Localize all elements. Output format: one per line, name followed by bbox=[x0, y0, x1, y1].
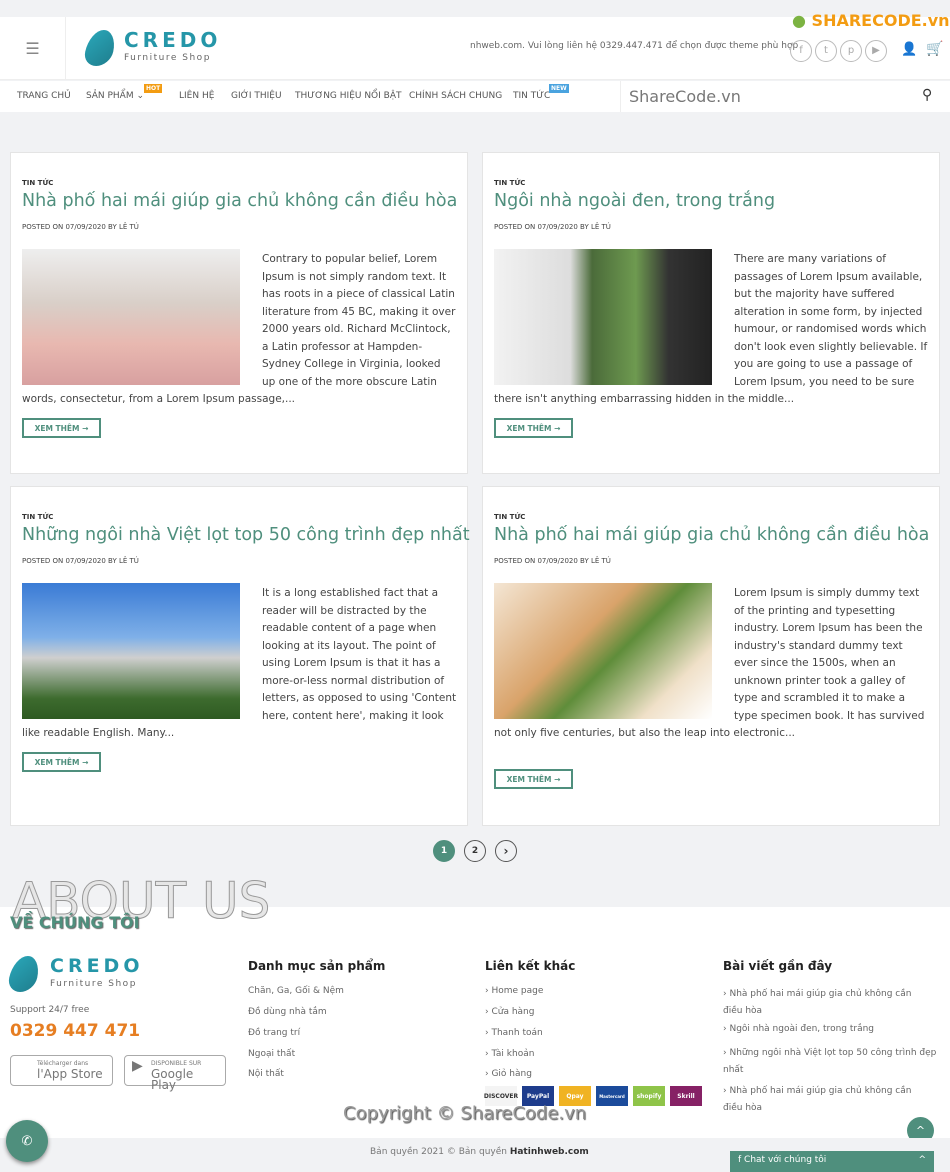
read-more-button[interactable]: XEM THÊM → bbox=[22, 752, 101, 772]
nav-products[interactable]: SẢN PHẨM ⌄ HOT bbox=[86, 84, 163, 101]
footer-link[interactable]: Đồ dùng nhà tắm bbox=[248, 1007, 327, 1017]
post-meta: POSTED ON 07/09/2020 BY LÊ TÚ bbox=[22, 557, 139, 565]
post-card: TIN TỨC Nhà phố hai mái giúp gia chủ khô… bbox=[482, 486, 940, 826]
footer-link[interactable]: Đồ trang trí bbox=[248, 1028, 300, 1038]
post-excerpt: Lorem Ipsum is simply dummy text of the … bbox=[494, 587, 925, 739]
nav-news[interactable]: TIN TỨC NEW bbox=[513, 84, 569, 101]
play-icon: ▶ bbox=[132, 1058, 143, 1074]
main-nav: TRANG CHỦ SẢN PHẨM ⌄ HOT LIÊN HỆ GIỚI THI… bbox=[0, 81, 950, 112]
post-card: TIN TỨC Những ngôi nhà Việt lọt top 50 c… bbox=[10, 486, 470, 826]
next-page-icon[interactable]: › bbox=[495, 840, 517, 862]
cart-icon[interactable]: 🛒 bbox=[926, 41, 943, 57]
footer-logo: CREDO Furniture Shop bbox=[6, 955, 139, 992]
post-meta: POSTED ON 07/09/2020 BY LÊ TÚ bbox=[494, 557, 611, 565]
read-more-button[interactable]: XEM THÊM → bbox=[22, 418, 101, 438]
facebook-icon: f bbox=[738, 1155, 742, 1165]
post-meta: POSTED ON 07/09/2020 BY LÊ TÚ bbox=[22, 223, 139, 231]
read-more-button[interactable]: XEM THÊM → bbox=[494, 769, 573, 789]
post-meta: POSTED ON 07/09/2020 BY LÊ TÚ bbox=[494, 223, 611, 231]
post-excerpt: It is a long established fact that a rea… bbox=[22, 587, 457, 739]
post-category[interactable]: TIN TỨC bbox=[22, 179, 53, 187]
shopify-icon: shopify bbox=[633, 1086, 665, 1106]
copyright-site-link[interactable]: Hatinhweb.com bbox=[510, 1147, 589, 1157]
new-badge: NEW bbox=[549, 84, 569, 93]
top-message: nhweb.com. Vui lòng liên hệ 0329.447.471… bbox=[470, 41, 799, 51]
twitter-icon[interactable]: t bbox=[815, 39, 837, 62]
header: ☰ CREDO Furniture Shop nhweb.com. Vui lò… bbox=[0, 11, 950, 80]
mastercard-icon: Mastercard bbox=[596, 1086, 628, 1106]
nav-home[interactable]: TRANG CHỦ bbox=[17, 91, 71, 101]
post-title[interactable]: Nhà phố hai mái giúp gia chủ không cần đ… bbox=[22, 191, 457, 211]
copyright-watermark: Copyright © ShareCode.vn bbox=[343, 1103, 587, 1124]
user-icon[interactable]: 👤 bbox=[901, 42, 917, 57]
search-icon[interactable]: ⚲ bbox=[922, 87, 932, 103]
post-card: TIN TỨC Nhà phố hai mái giúp gia chủ khô… bbox=[10, 152, 468, 474]
phone-chat-icon: ✆ bbox=[21, 1133, 33, 1149]
logo-subtitle: Furniture Shop bbox=[124, 53, 211, 63]
recent-post-link[interactable]: › Những ngôi nhà Việt lọt top 50 công tr… bbox=[723, 1045, 938, 1079]
post-title[interactable]: Những ngôi nhà Việt lọt top 50 công trìn… bbox=[22, 525, 470, 545]
nav-contact[interactable]: LIÊN HỆ bbox=[179, 91, 214, 101]
logo[interactable]: CREDO Furniture Shop bbox=[82, 28, 217, 66]
footer-link[interactable]: Ngoại thất bbox=[248, 1049, 295, 1059]
footer-link[interactable]: Chăn, Ga, Gối & Nệm bbox=[248, 986, 344, 996]
chevron-up-icon: ^ bbox=[918, 1155, 926, 1165]
bottom-bar: Bản quyền 2021 © Bản quyền Hatinhweb.com… bbox=[0, 1138, 950, 1172]
google-play-button[interactable]: ▶ DISPONIBLE SUR Google Play bbox=[124, 1055, 226, 1091]
post-excerpt: There are many variations of passages of… bbox=[494, 253, 928, 405]
logo-title: CREDO bbox=[50, 955, 144, 977]
recent-post-link[interactable]: › Nhà phố hai mái giúp gia chủ không cần… bbox=[723, 1083, 933, 1117]
youtube-icon[interactable]: ▶ bbox=[865, 39, 887, 62]
read-more-button[interactable]: XEM THÊM → bbox=[494, 418, 573, 438]
footer-link[interactable]: › Thanh toán bbox=[485, 1028, 543, 1038]
skrill-icon: Skrill bbox=[670, 1086, 702, 1106]
logo-icon bbox=[82, 30, 118, 66]
footer-col-title: Bài viết gần đây bbox=[723, 959, 833, 973]
footer-link[interactable]: Nội thất bbox=[248, 1069, 284, 1079]
nav-policy[interactable]: CHÍNH SÁCH CHUNG bbox=[409, 91, 502, 101]
recent-post-link[interactable]: › Nhà phố hai mái giúp gia chủ không cần… bbox=[723, 986, 933, 1020]
footer-link[interactable]: › Tài khoản bbox=[485, 1049, 534, 1059]
logo-subtitle: Furniture Shop bbox=[50, 979, 137, 989]
pinterest-icon[interactable]: p bbox=[840, 39, 862, 62]
footer-link[interactable]: › Cửa hàng bbox=[485, 1007, 534, 1017]
facebook-icon[interactable]: f bbox=[790, 39, 812, 62]
footer-col-title: Danh mục sản phẩm bbox=[248, 959, 386, 973]
page-2-button[interactable]: 2 bbox=[464, 840, 486, 862]
post-card: TIN TỨC Ngôi nhà ngoài đen, trong trắng … bbox=[482, 152, 940, 474]
footer-link[interactable]: › Home page bbox=[485, 986, 543, 996]
nav-brands[interactable]: THƯƠNG HIỆU NỔI BẬT bbox=[295, 91, 402, 101]
search-input[interactable]: ShareCode.vn ⚲ bbox=[620, 81, 950, 112]
footer-link[interactable]: › Giỏ hàng bbox=[485, 1069, 532, 1079]
copyright-text: Bản quyền 2021 © Bản quyền Hatinhweb.com bbox=[370, 1147, 589, 1157]
post-title[interactable]: Ngôi nhà ngoài đen, trong trắng bbox=[494, 191, 775, 211]
post-category[interactable]: TIN TỨC bbox=[22, 513, 53, 521]
recent-post-link[interactable]: › Ngôi nhà ngoài đen, trong trắng bbox=[723, 1024, 874, 1034]
hamburger-menu-icon[interactable]: ☰ bbox=[0, 17, 66, 80]
logo-icon bbox=[6, 956, 42, 992]
search-watermark: ShareCode.vn bbox=[629, 87, 741, 106]
sharecode-watermark-logo: ● SHARECODE.vn bbox=[792, 11, 950, 30]
post-category[interactable]: TIN TỨC bbox=[494, 179, 525, 187]
footer: VỀ CHÚNG TÔI CREDO Furniture Shop Suppor… bbox=[0, 907, 950, 1144]
support-phone[interactable]: 0329 447 471 bbox=[10, 1021, 140, 1041]
footer-col-title: Liên kết khác bbox=[485, 959, 576, 973]
app-store-button[interactable]: Télécharger dans l'App Store bbox=[10, 1055, 113, 1086]
page-1-button[interactable]: 1 bbox=[433, 840, 455, 862]
about-title: VỀ CHÚNG TÔI bbox=[10, 913, 140, 932]
support-text: Support 24/7 free bbox=[10, 1005, 90, 1015]
hot-badge: HOT bbox=[144, 84, 163, 93]
post-category[interactable]: TIN TỨC bbox=[494, 513, 525, 521]
post-title[interactable]: Nhà phố hai mái giúp gia chủ không cần đ… bbox=[494, 525, 929, 545]
contact-floating-button[interactable]: ✆ bbox=[6, 1120, 48, 1162]
nav-about[interactable]: GIỚI THIỆU bbox=[231, 91, 282, 101]
post-excerpt: Contrary to popular belief, Lorem Ipsum … bbox=[22, 253, 456, 405]
chat-widget[interactable]: f Chat với chúng tôi ^ bbox=[730, 1151, 934, 1172]
logo-title: CREDO bbox=[124, 28, 222, 52]
